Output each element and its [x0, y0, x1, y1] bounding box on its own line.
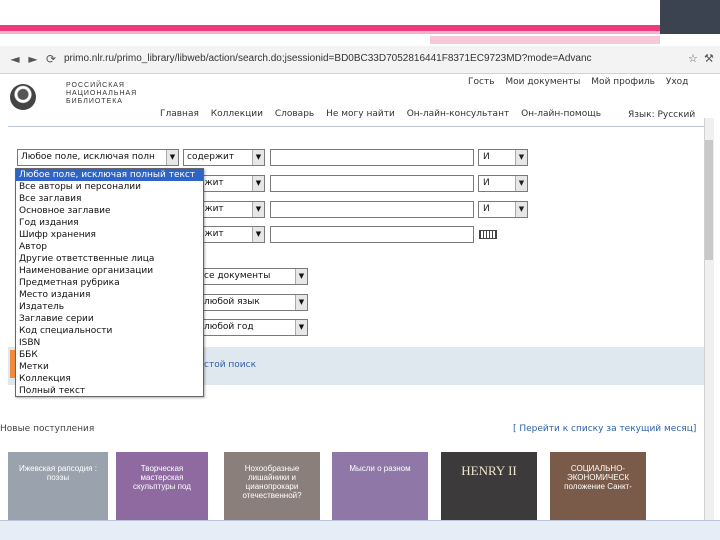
operator-select-1-value: содержит — [187, 152, 235, 162]
dropdown-option[interactable]: Другие ответственные лица — [16, 253, 203, 265]
nav-dictionary[interactable]: Словарь — [275, 109, 314, 119]
dropdown-option[interactable]: Наименование организации — [16, 265, 203, 277]
book-cover[interactable]: Мысли о разном — [332, 452, 428, 520]
scrollbar-thumb[interactable] — [705, 140, 713, 260]
new-arrivals-title: Новые поступления — [0, 424, 95, 434]
chevron-down-icon: ▼ — [515, 150, 527, 165]
main-navigation: Главная Коллекции Словарь Не могу найти … — [160, 109, 610, 119]
library-logo[interactable]: РОССИЙСКАЯ НАЦИОНАЛЬНАЯ БИБЛИОТЕКА — [10, 80, 138, 114]
chevron-down-icon: ▼ — [295, 320, 307, 335]
bool-select-1[interactable]: И ▼ — [478, 149, 528, 166]
field-select-1-value: Любое поле, исключая полн — [21, 152, 155, 162]
slide-dark-block — [660, 0, 720, 34]
logo-text: РОССИЙСКАЯ НАЦИОНАЛЬНАЯ БИБЛИОТЕКА — [66, 82, 138, 105]
book-title: HENRY II — [461, 463, 517, 478]
bool-select-3[interactable]: И ▼ — [478, 201, 528, 218]
book-cover[interactable]: СОЦИАЛЬНО-ЭКОНОМИЧЕСК положение Санкт- — [550, 452, 646, 520]
dropdown-option[interactable]: Коллекция — [16, 373, 203, 385]
search-input-4[interactable] — [270, 226, 474, 243]
chevron-down-icon: ▼ — [252, 227, 264, 242]
chevron-down-icon: ▼ — [166, 150, 178, 165]
link-guest[interactable]: Гость — [468, 77, 495, 87]
language-select[interactable]: Язык: Русский — [628, 110, 695, 120]
book-cover[interactable]: Нохообразные лишайники и цианопрокари от… — [224, 452, 320, 520]
nav-online-consultant[interactable]: Он-лайн-консультант — [407, 109, 510, 119]
reload-icon[interactable]: ⟳ — [44, 52, 58, 66]
chevron-down-icon: ▼ — [295, 269, 307, 284]
year-filter-select[interactable]: любой год ▼ — [200, 319, 308, 336]
chevron-down-icon: ▼ — [515, 202, 527, 217]
star-icon[interactable]: ☆ — [688, 52, 698, 65]
dropdown-option[interactable]: Все авторы и персоналии — [16, 181, 203, 193]
search-input-1[interactable] — [270, 149, 474, 166]
nav-online-help[interactable]: Он-лайн-помощь — [521, 109, 601, 119]
dropdown-option[interactable]: ББК — [16, 349, 203, 361]
nav-collections[interactable]: Коллекции — [211, 109, 263, 119]
link-logout[interactable]: Уход — [666, 77, 689, 87]
slide-top-area — [0, 0, 720, 26]
chevron-down-icon: ▼ — [252, 176, 264, 191]
dropdown-option[interactable]: Предметная рубрика — [16, 277, 203, 289]
field-dropdown-list[interactable]: Любое поле, исключая полный текст Все ав… — [15, 168, 204, 397]
dropdown-option[interactable]: ISBN — [16, 337, 203, 349]
dropdown-option[interactable]: Год издания — [16, 217, 203, 229]
doc-type-select[interactable]: се документы ▼ — [200, 268, 308, 285]
operator-select-1[interactable]: содержит ▼ — [183, 149, 265, 166]
dropdown-option[interactable]: Полный текст — [16, 385, 203, 397]
dropdown-option[interactable]: Любое поле, исключая полный текст — [16, 169, 203, 181]
chevron-down-icon: ▼ — [252, 150, 264, 165]
address-bar[interactable]: primo.nlr.ru/primo_library/libweb/action… — [64, 50, 674, 68]
book-cover[interactable]: HENRY II — [441, 452, 537, 520]
dropdown-option[interactable]: Место издания — [16, 289, 203, 301]
search-input-3[interactable] — [270, 201, 474, 218]
year-filter-select-value: любой год — [204, 322, 254, 332]
chevron-down-icon: ▼ — [295, 295, 307, 310]
settings-icon[interactable]: ⚒ — [704, 52, 714, 65]
simple-search-link[interactable]: стой поиск — [204, 360, 256, 370]
dropdown-option[interactable]: Все заглавия — [16, 193, 203, 205]
slide-pink-stripe-light — [0, 31, 720, 34]
virtual-keyboard-icon[interactable] — [479, 230, 497, 239]
current-month-link[interactable]: [ Перейти к списку за текущий месяц] — [513, 424, 696, 434]
forward-arrow-icon[interactable]: ► — [26, 52, 40, 66]
book-title: Ижевская рапсодия : поэзы — [19, 464, 97, 482]
field-select-1[interactable]: Любое поле, исключая полн ▼ — [17, 149, 179, 166]
library-emblem-icon — [10, 84, 36, 110]
dropdown-option[interactable]: Заглавие серии — [16, 313, 203, 325]
dropdown-option[interactable]: Метки — [16, 361, 203, 373]
bool-select-2[interactable]: И ▼ — [478, 175, 528, 192]
doc-type-select-value: се документы — [204, 271, 271, 281]
nav-cant-find[interactable]: Не могу найти — [326, 109, 395, 119]
chevron-down-icon: ▼ — [515, 176, 527, 191]
dropdown-option[interactable]: Шифр хранения — [16, 229, 203, 241]
bool-select-3-value: И — [483, 204, 490, 214]
language-filter-select[interactable]: любой язык ▼ — [200, 294, 308, 311]
book-title: Нохообразные лишайники и цианопрокари от… — [242, 464, 302, 500]
book-title: СОЦИАЛЬНО-ЭКОНОМИЧЕСК положение Санкт- — [564, 464, 632, 491]
bool-select-2-value: И — [483, 178, 490, 188]
dropdown-option[interactable]: Издатель — [16, 301, 203, 313]
book-cover[interactable]: Творческая мастерская скульптуры под — [116, 452, 208, 520]
link-my-profile[interactable]: Мой профиль — [591, 77, 655, 87]
dropdown-option[interactable]: Основное заглавие — [16, 205, 203, 217]
bool-select-1-value: И — [483, 152, 490, 162]
nav-home[interactable]: Главная — [160, 109, 199, 119]
link-my-documents[interactable]: Мои документы — [505, 77, 580, 87]
header-divider — [8, 126, 708, 127]
slide-pink-block — [430, 36, 660, 44]
book-title: Творческая мастерская скульптуры под — [133, 464, 191, 491]
browser-bottom-bar — [0, 520, 720, 540]
dropdown-option[interactable]: Код специальности — [16, 325, 203, 337]
back-arrow-icon[interactable]: ◄ — [8, 52, 22, 66]
user-links: Гость Мои документы Мой профиль Уход — [468, 77, 696, 87]
language-filter-select-value: любой язык — [204, 297, 260, 307]
dropdown-option[interactable]: Автор — [16, 241, 203, 253]
chevron-down-icon: ▼ — [252, 202, 264, 217]
book-title: Мысли о разном — [349, 464, 411, 473]
search-input-2[interactable] — [270, 175, 474, 192]
book-cover[interactable]: Ижевская рапсодия : поэзы — [8, 452, 108, 520]
